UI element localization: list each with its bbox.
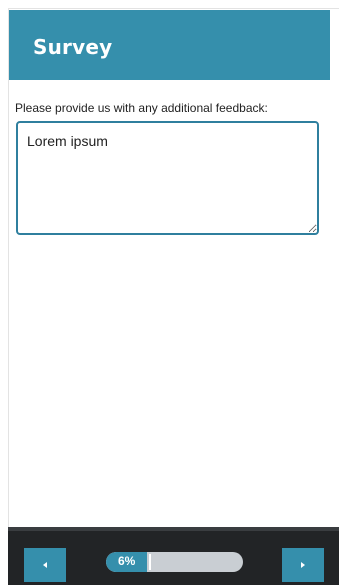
triangle-left-icon — [43, 562, 47, 568]
progress-label: 6% — [118, 554, 136, 568]
progress-bar: 6% — [106, 552, 243, 572]
triangle-right-icon — [301, 562, 305, 568]
progress-divider — [149, 554, 151, 570]
survey-frame — [8, 8, 339, 585]
page-title: Survey — [33, 35, 113, 59]
feedback-textarea[interactable] — [16, 121, 319, 235]
next-button[interactable] — [282, 548, 324, 582]
navigation-footer: 6% — [8, 527, 339, 585]
survey-header: Survey — [9, 10, 330, 80]
question-label: Please provide us with any additional fe… — [15, 101, 268, 115]
previous-button[interactable] — [24, 548, 66, 582]
